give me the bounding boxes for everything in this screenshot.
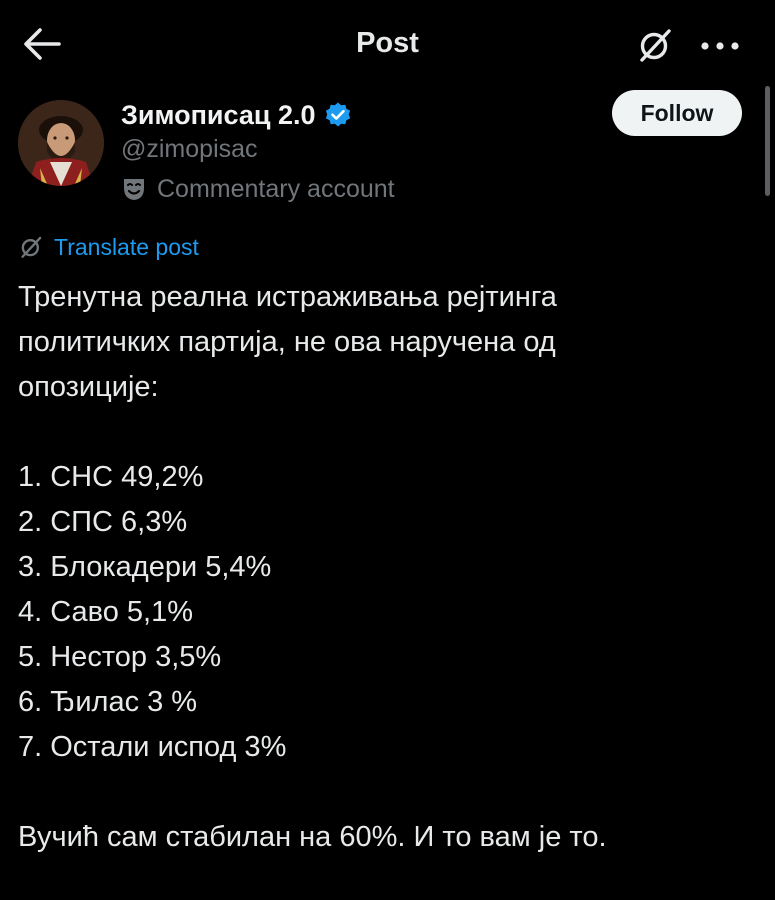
post-text: Тренутна реална истраживања рејтинга пол…	[18, 275, 758, 860]
more-horizontal-icon	[701, 42, 739, 50]
translate-post-label: Translate post	[54, 233, 199, 260]
post-text-line: политичких партија, не ова наручена од	[18, 326, 556, 358]
ranking-item: 6. Ђилас 3 %	[18, 686, 198, 718]
theater-masks-icon	[124, 179, 144, 200]
top-bar: Post	[0, 0, 775, 88]
account-label: Commentary account	[121, 172, 395, 206]
author-name-row[interactable]: Зимописац 2.0	[121, 97, 352, 133]
more-button[interactable]	[696, 26, 744, 66]
ranking-item: 2. СПС 6,3%	[18, 506, 188, 538]
ranking-item: 7. Остали испод 3%	[18, 731, 287, 763]
grok-icon	[21, 236, 42, 258]
author-display-name: Зимописац 2.0	[121, 99, 316, 130]
arrow-left-icon	[24, 28, 61, 60]
avatar-portrait-image	[18, 100, 104, 186]
scrollbar-thumb[interactable]	[765, 86, 770, 196]
follow-button[interactable]: Follow	[612, 90, 742, 136]
ranking-item: 3. Блокадери 5,4%	[18, 551, 272, 583]
ranking-item: 5. Нестор 3,5%	[18, 641, 222, 673]
ranking-item: 4. Саво 5,1%	[18, 596, 194, 628]
ranking-item: 1. СНС 49,2%	[18, 461, 204, 493]
translate-post-link[interactable]: Translate post	[18, 231, 199, 263]
post-text-line: опозиције:	[18, 371, 159, 403]
author-handle[interactable]: @zimopisac	[121, 135, 258, 164]
account-label-text: Commentary account	[157, 174, 395, 203]
post-text-line: Тренутна реална истраживања рејтинга	[18, 281, 557, 313]
grok-button[interactable]	[632, 22, 678, 68]
post-closing-line: Вучић сам стабилан на 60%. И то вам је т…	[18, 821, 607, 853]
avatar[interactable]	[18, 100, 104, 186]
verified-badge-icon	[325, 102, 350, 127]
grok-icon	[640, 29, 671, 62]
back-button[interactable]	[20, 24, 64, 64]
